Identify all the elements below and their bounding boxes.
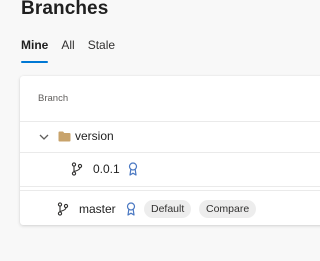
branch-icon [57, 202, 69, 216]
divider [20, 186, 320, 187]
ribbon-icon[interactable] [128, 162, 138, 176]
branch-name[interactable]: 0.0.1 [93, 162, 120, 176]
page-title: Branches [21, 0, 109, 19]
tab-all[interactable]: All [61, 38, 74, 63]
default-badge: Default [144, 200, 192, 218]
chevron-down-icon[interactable] [38, 131, 50, 143]
folder-label: version [75, 129, 114, 143]
branch-row-master[interactable]: master Default Compare [20, 191, 320, 225]
tab-mine[interactable]: Mine [21, 38, 49, 63]
folder-icon [58, 131, 71, 142]
folder-row-version[interactable]: version [20, 122, 320, 152]
branch-icon [71, 162, 83, 176]
branch-column-header: Branch [38, 93, 69, 104]
tab-bar: Mine All Stale [21, 38, 115, 63]
branches-table: Branch version 0.0.1 master Default Comp… [20, 76, 320, 225]
compare-button[interactable]: Compare [199, 200, 257, 218]
ribbon-icon[interactable] [126, 202, 136, 216]
branch-name[interactable]: master [79, 202, 116, 216]
branch-row-0-0-1[interactable]: 0.0.1 [20, 153, 320, 186]
tab-stale[interactable]: Stale [88, 38, 115, 63]
